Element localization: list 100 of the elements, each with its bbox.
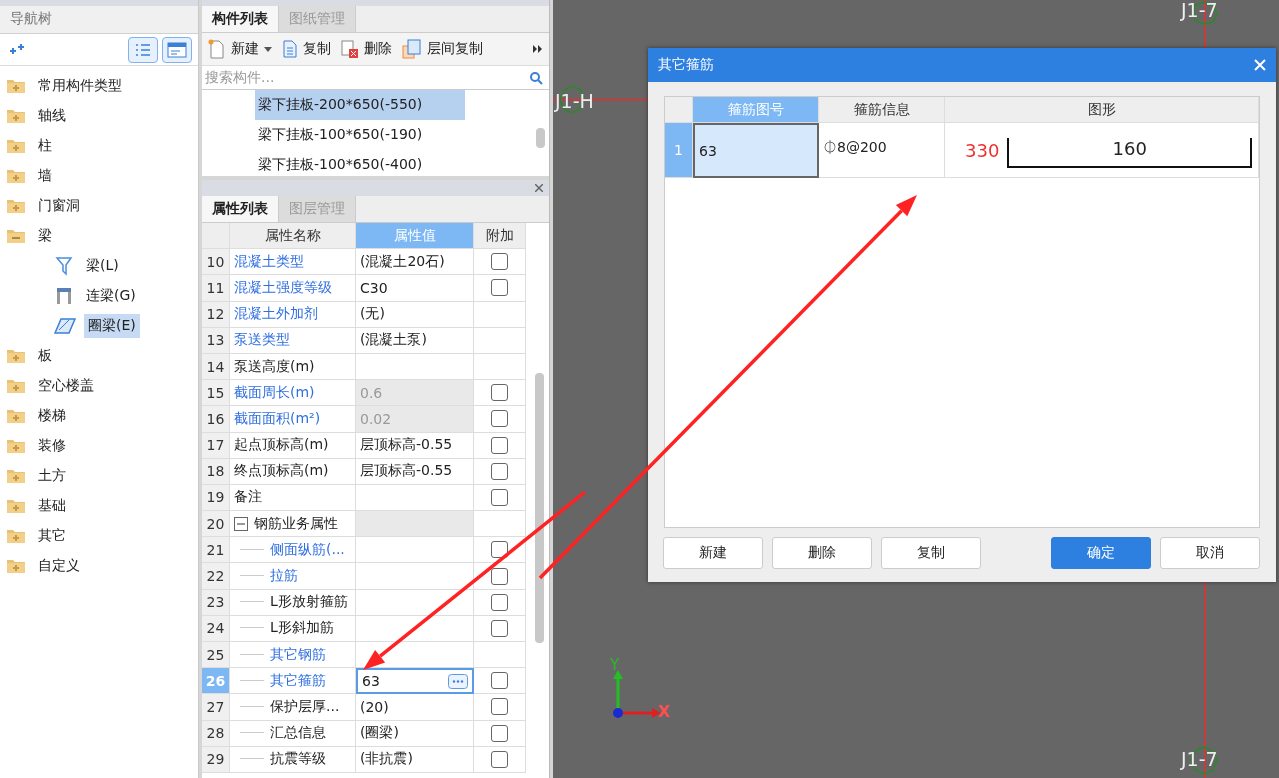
tree-item[interactable]: 梁 — [34, 224, 56, 248]
property-name: 钢筋业务属性 — [254, 514, 338, 533]
checkbox[interactable] — [491, 410, 508, 428]
window-icon — [167, 41, 187, 58]
property-name: 截面周长(m) — [234, 383, 315, 402]
folder-icon — [6, 138, 26, 154]
row-number: 12 — [202, 301, 230, 328]
tab[interactable]: 属性列表 — [202, 196, 278, 222]
column-header[interactable]: 属性名称 — [230, 223, 356, 250]
row-number: 22 — [202, 563, 230, 590]
row-number: 24 — [202, 615, 230, 642]
checkbox[interactable] — [491, 567, 508, 585]
tree-item[interactable]: 板 — [34, 344, 56, 368]
property-name: 侧面纵筋(... — [270, 540, 345, 559]
folder-icon — [6, 348, 26, 364]
folder-icon — [6, 558, 26, 574]
tree-item[interactable]: 梁(L) — [82, 254, 123, 278]
tree-item[interactable]: 常用构件类型 — [34, 74, 126, 98]
list-item[interactable]: 梁下挂板-100*650(-190) — [255, 120, 465, 150]
checkbox[interactable] — [491, 619, 508, 637]
dialog-button[interactable]: 新建 — [663, 537, 763, 569]
panel-view-button[interactable] — [162, 36, 192, 63]
column-header[interactable]: 箍筋信息 — [819, 97, 945, 123]
checkbox[interactable] — [491, 462, 508, 480]
folder-icon — [6, 528, 26, 544]
table-cell — [474, 327, 526, 354]
search-icon — [529, 70, 543, 85]
dialog-button[interactable]: 复制 — [881, 537, 981, 569]
list-item[interactable]: 梁下挂板-100*650(-400) — [255, 150, 465, 176]
dialog-title: 其它箍筋 — [658, 56, 714, 74]
toolbar-button[interactable]: 层间复制 — [402, 39, 483, 59]
tree-item[interactable]: 楼梯 — [34, 404, 70, 428]
row-number: 21 — [202, 537, 230, 564]
checkbox[interactable] — [491, 724, 508, 742]
property-name: 备注 — [234, 488, 262, 507]
property-name: 其它箍筋 — [270, 671, 326, 690]
more-button[interactable] — [448, 673, 468, 689]
table-cell: ⏀8@200 — [819, 123, 945, 178]
tree-item[interactable]: 柱 — [34, 134, 56, 158]
tree-item[interactable]: 自定义 — [34, 554, 84, 578]
tree-item[interactable]: 门窗洞 — [34, 194, 84, 218]
checkbox[interactable] — [491, 698, 508, 716]
tree-line — [240, 627, 264, 630]
scrollbar-thumb — [536, 128, 545, 148]
tab[interactable]: 构件列表 — [202, 6, 278, 32]
tree-item[interactable]: 装修 — [34, 434, 70, 458]
tree-item[interactable]: 其它 — [34, 524, 70, 548]
ring-beam-icon — [54, 316, 76, 336]
property-name: 保护层厚... — [270, 697, 340, 716]
row-number: 23 — [202, 589, 230, 616]
checkbox[interactable] — [491, 488, 508, 506]
tree-line — [240, 705, 264, 708]
toolbar-button[interactable]: 删除 — [341, 39, 392, 59]
checkbox[interactable] — [491, 384, 508, 402]
property-value: 0.6 — [356, 380, 474, 407]
row-number: 17 — [202, 432, 230, 459]
row-number: 28 — [202, 720, 230, 747]
tree-item[interactable]: 连梁(G) — [82, 284, 140, 308]
checkbox[interactable] — [491, 279, 508, 297]
delete-icon — [341, 39, 359, 59]
tree-item[interactable]: 基础 — [34, 494, 70, 518]
property-name: 混凝土外加剂 — [234, 305, 318, 324]
row-number: 20 — [202, 511, 230, 538]
add-icon[interactable] — [8, 42, 26, 57]
new-document-icon — [208, 39, 226, 59]
property-value: 层顶标高-0.55 — [356, 432, 474, 459]
more-icon[interactable] — [533, 45, 543, 53]
close-icon[interactable] — [535, 184, 543, 192]
dialog-button[interactable]: 确定 — [1051, 537, 1151, 569]
checkbox[interactable] — [491, 750, 508, 768]
row-number: 15 — [202, 380, 230, 407]
dialog-button[interactable]: 取消 — [1160, 537, 1260, 569]
collapse-icon[interactable] — [234, 516, 248, 531]
property-name: 混凝土强度等级 — [234, 278, 332, 297]
value-field[interactable]: 63 — [356, 668, 474, 695]
folder-icon — [6, 78, 26, 94]
tree-item[interactable]: 土方 — [34, 464, 70, 488]
list-view-button[interactable] — [128, 36, 158, 63]
column-header[interactable]: 附加 — [474, 223, 526, 250]
tree-item[interactable]: 墙 — [34, 164, 56, 188]
checkbox[interactable] — [491, 253, 508, 271]
dialog-button[interactable]: 删除 — [772, 537, 872, 569]
row-number: 10 — [202, 249, 230, 276]
folder-icon — [6, 378, 26, 394]
property-name: 起点顶标高(m) — [234, 436, 329, 455]
table-cell[interactable]: 63 — [693, 123, 819, 178]
column-header[interactable]: 图形 — [945, 97, 1259, 123]
property-value: (非抗震) — [356, 746, 474, 773]
checkbox[interactable] — [491, 436, 508, 454]
tree-item[interactable]: 圈梁(E) — [84, 314, 140, 338]
toolbar-button[interactable]: 复制 — [282, 39, 331, 59]
list-item[interactable]: 梁下挂板-200*650(-550) — [255, 90, 465, 120]
property-name: 抗震等级 — [270, 750, 326, 769]
property-name: 混凝土类型 — [234, 252, 304, 271]
checkbox[interactable] — [491, 593, 508, 611]
axis-label: X — [658, 704, 671, 720]
tree-item[interactable]: 轴线 — [34, 104, 70, 128]
checkbox[interactable] — [491, 672, 508, 690]
toolbar-button[interactable]: 新建 — [208, 39, 272, 59]
tree-item[interactable]: 空心楼盖 — [34, 374, 98, 398]
